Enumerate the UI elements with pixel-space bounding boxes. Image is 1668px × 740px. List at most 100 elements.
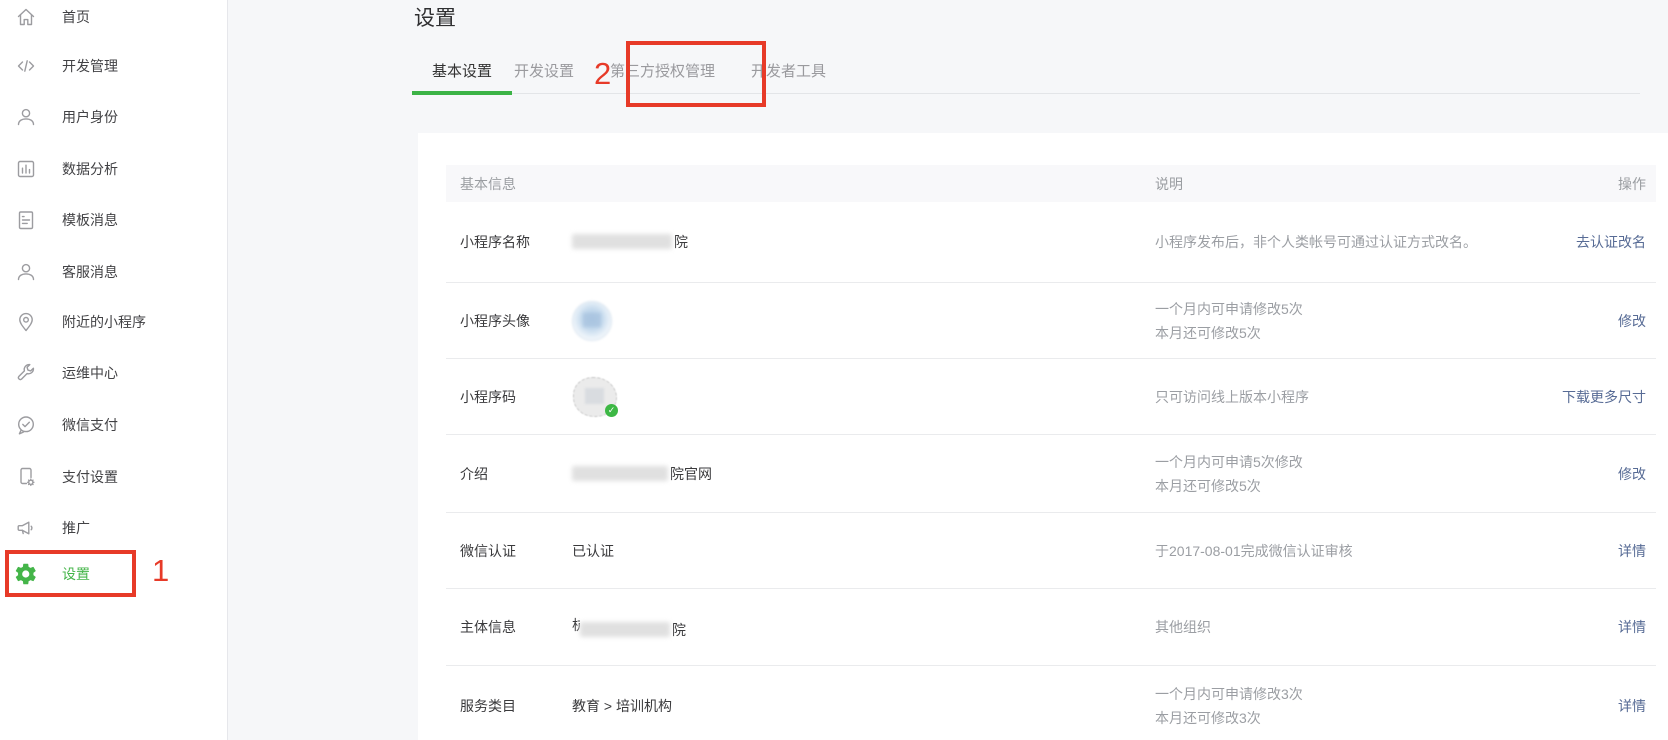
user-icon	[14, 260, 38, 284]
active-tab-underline	[412, 91, 512, 95]
row-label: 服务类目	[446, 696, 572, 716]
action-link-qrcode[interactable]: 下载更多尺寸	[1562, 389, 1646, 405]
sidebar-item-data-analysis[interactable]: 数据分析	[0, 145, 227, 193]
tab-label: 基本设置	[432, 60, 492, 81]
col-header-action: 操作	[1618, 174, 1656, 194]
blurred-text	[572, 466, 668, 481]
row-value: 杭院	[572, 615, 1155, 640]
row-label: 小程序头像	[446, 311, 572, 331]
row-value: 教育 > 培训机构	[572, 696, 1155, 716]
action-link-name[interactable]: 去认证改名	[1576, 234, 1646, 250]
tab-developer-tools[interactable]: 开发者工具	[751, 47, 826, 94]
user-icon	[14, 105, 38, 129]
row-value	[572, 301, 1155, 341]
main-area: 设置 基本设置开发设置第三方授权管理开发者工具 基本信息 说明 操作 小程序名称…	[228, 0, 1668, 740]
table-row-qrcode: 小程序码 ✓ 只可访问线上版本小程序下载更多尺寸	[446, 358, 1656, 434]
sidebar-item-home[interactable]: 首页	[0, 0, 227, 41]
sidebar-item-label: 支付设置	[62, 467, 118, 487]
row-label: 微信认证	[446, 541, 572, 561]
table-row-category: 服务类目教育 > 培训机构 一个月内可申请修改3次本月还可修改3次详情	[446, 665, 1656, 740]
sidebar-item-label: 模板消息	[62, 210, 118, 230]
row-description: 小程序发布后，非个人类帐号可通过认证方式改名。	[1155, 230, 1576, 254]
template-icon	[14, 208, 38, 232]
sidebar-item-label: 附近的小程序	[62, 312, 146, 332]
sidebar-item-promotion[interactable]: 推广	[0, 504, 227, 552]
sidebar-item-settings[interactable]: 设置	[0, 550, 227, 598]
row-description: 一个月内可申请修改5次本月还可修改5次	[1155, 297, 1618, 345]
action-link-intro[interactable]: 修改	[1618, 466, 1646, 482]
sidebar-item-wechat-pay[interactable]: 微信支付	[0, 401, 227, 449]
sidebar-item-customer-service[interactable]: 客服消息	[0, 248, 227, 296]
value-text: 已认证	[572, 541, 614, 561]
miniprogram-qrcode: ✓	[572, 376, 618, 418]
description-line: 本月还可修改5次	[1155, 474, 1618, 498]
row-description: 于2017-08-01完成微信认证审核	[1155, 539, 1618, 563]
wrench-icon	[14, 361, 38, 385]
sidebar-item-nearby-miniprogram[interactable]: 附近的小程序	[0, 298, 227, 346]
description-line: 小程序发布后，非个人类帐号可通过认证方式改名。	[1155, 230, 1576, 254]
tab-dev-settings[interactable]: 开发设置	[514, 47, 574, 94]
masked-value: 杭院	[572, 615, 686, 640]
row-action: 去认证改名	[1576, 232, 1656, 252]
sidebar-item-payment-settings[interactable]: 支付设置	[0, 453, 227, 501]
tab-label: 第三方授权管理	[610, 60, 715, 81]
row-action: 下载更多尺寸	[1562, 387, 1656, 407]
row-action: 详情	[1618, 617, 1656, 637]
table-row-name: 小程序名称院小程序发布后，非个人类帐号可通过认证方式改名。去认证改名	[446, 202, 1656, 282]
verified-badge-icon: ✓	[605, 404, 618, 417]
row-description: 其他组织	[1155, 615, 1618, 639]
tab-third-party-auth[interactable]: 第三方授权管理	[610, 47, 715, 94]
sidebar-item-label: 首页	[62, 7, 90, 27]
sidebar-item-user-identity[interactable]: 用户身份	[0, 93, 227, 141]
sidebar-item-label: 客服消息	[62, 262, 118, 282]
miniprogram-avatar	[572, 301, 612, 341]
pin-icon	[14, 310, 38, 334]
code-icon	[14, 54, 38, 78]
table-row-avatar: 小程序头像 一个月内可申请修改5次本月还可修改5次修改	[446, 282, 1656, 358]
table-body: 小程序名称院小程序发布后，非个人类帐号可通过认证方式改名。去认证改名小程序头像一…	[446, 202, 1656, 740]
chart-icon	[14, 157, 38, 181]
table-row-subject: 主体信息杭院其他组织详情	[446, 588, 1656, 665]
value-suffix: 院	[672, 622, 686, 638]
description-line: 一个月内可申请修改5次	[1155, 297, 1618, 321]
sidebar-item-label: 数据分析	[62, 159, 118, 179]
row-action: 详情	[1618, 696, 1656, 716]
description-line: 其他组织	[1155, 615, 1618, 639]
sidebar-item-label: 运维中心	[62, 363, 118, 383]
table-row-verification: 微信认证已认证 于2017-08-01完成微信认证审核详情	[446, 512, 1656, 588]
action-link-avatar[interactable]: 修改	[1618, 313, 1646, 329]
action-link-category[interactable]: 详情	[1618, 698, 1646, 714]
blurred-text	[572, 234, 672, 249]
sidebar-item-label: 设置	[62, 564, 90, 584]
bubble-icon	[14, 413, 38, 437]
col-header-description: 说明	[1155, 174, 1618, 194]
row-action: 详情	[1618, 541, 1656, 561]
row-label: 主体信息	[446, 617, 572, 637]
description-line: 一个月内可申请5次修改	[1155, 450, 1618, 474]
description-line: 于2017-08-01完成微信认证审核	[1155, 539, 1618, 563]
tab-basic-settings[interactable]: 基本设置	[412, 47, 512, 94]
gear-icon	[14, 562, 38, 586]
value-suffix: 院	[674, 234, 688, 250]
action-link-subject[interactable]: 详情	[1618, 619, 1646, 635]
description-line: 本月还可修改5次	[1155, 321, 1618, 345]
page-title: 设置	[414, 2, 456, 32]
row-description: 一个月内可申请修改3次本月还可修改3次	[1155, 682, 1618, 730]
description-line: 只可访问线上版本小程序	[1155, 385, 1562, 409]
sidebar-item-ops-center[interactable]: 运维中心	[0, 349, 227, 397]
blurred-text	[580, 622, 670, 637]
row-value: ✓	[572, 376, 1155, 418]
row-value: 已认证	[572, 541, 1155, 561]
tab-label: 开发设置	[514, 60, 574, 81]
value-text: 教育 > 培训机构	[572, 696, 672, 716]
sidebar-item-dev-manage[interactable]: 开发管理	[0, 42, 227, 90]
row-description: 只可访问线上版本小程序	[1155, 385, 1562, 409]
table-row-intro: 介绍院官网一个月内可申请5次修改本月还可修改5次修改	[446, 434, 1656, 512]
row-label: 小程序码	[446, 387, 572, 407]
masked-value: 院	[572, 232, 688, 252]
sidebar-item-template-message[interactable]: 模板消息	[0, 196, 227, 244]
masked-value: 院官网	[572, 464, 712, 484]
action-link-verification[interactable]: 详情	[1618, 543, 1646, 559]
masked-value-fragment: 杭	[572, 615, 580, 635]
sidebar-item-label: 用户身份	[62, 107, 118, 127]
